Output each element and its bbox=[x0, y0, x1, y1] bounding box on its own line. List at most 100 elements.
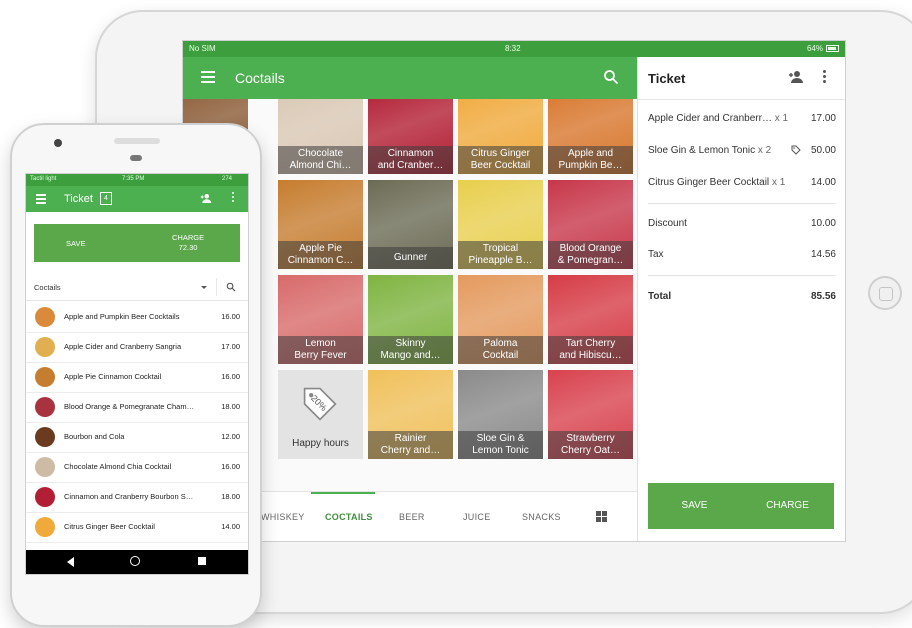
app-bar: Coctails bbox=[183, 57, 637, 99]
tablet-home-button[interactable] bbox=[868, 276, 902, 310]
grid-view-icon[interactable] bbox=[596, 511, 607, 522]
list-item[interactable]: Bourbon and Cola 12.00 bbox=[26, 422, 248, 453]
product-tile[interactable]: Chocolate Almond Chi… bbox=[278, 99, 363, 174]
product-tile[interactable]: Cinnamon and Cranber… bbox=[368, 99, 453, 174]
list-item[interactable]: Apple Pie Cinnamon Cocktail 16.00 bbox=[26, 362, 248, 393]
tile-label-line1: Apple and bbox=[567, 148, 614, 159]
home-icon[interactable] bbox=[130, 556, 140, 566]
product-tile[interactable]: Apple Pie Cinnamon C… bbox=[278, 180, 363, 269]
tile-label-line2: and Cranber… bbox=[377, 160, 444, 171]
product-tile[interactable]: Rainier Cherry and… bbox=[368, 370, 453, 459]
product-price: 17.00 bbox=[221, 342, 240, 351]
recents-icon[interactable] bbox=[198, 557, 206, 565]
list-item[interactable]: Apple and Pumpkin Beer Cocktails 16.00 bbox=[26, 302, 248, 333]
tile-label-line1: Skinny bbox=[395, 338, 426, 349]
product-tile[interactable]: Apple and Pumpkin Be… bbox=[548, 99, 633, 174]
tablet-status-bar: No SIM 8:32 64% bbox=[183, 41, 845, 57]
product-tile[interactable]: Strawberry Cherry Oat… bbox=[548, 370, 633, 459]
product-tile[interactable]: Sloe Gin & Lemon Tonic bbox=[458, 370, 543, 459]
product-thumbnail bbox=[35, 337, 55, 357]
tile-label-line1: Gunner bbox=[393, 252, 428, 263]
tab-whiskey[interactable]: WHISKEY bbox=[261, 512, 305, 522]
product-tile[interactable]: Paloma Cocktail bbox=[458, 275, 543, 364]
tile-label-line2: Cocktail bbox=[482, 350, 519, 361]
tile-caption: Apple Pie Cinnamon C… bbox=[278, 241, 363, 269]
product-tile[interactable]: Skinny Mango and… bbox=[368, 275, 453, 364]
tile-label-line1: Paloma bbox=[483, 338, 518, 349]
charge-button[interactable]: CHARGE bbox=[741, 483, 834, 529]
product-name: Cinnamon and Cranberry Bourbon S… bbox=[64, 492, 194, 501]
chevron-down-icon[interactable] bbox=[201, 286, 207, 289]
category-filter[interactable]: Coctails bbox=[26, 274, 248, 301]
product-name: Citrus Ginger Beer Cocktail bbox=[64, 522, 155, 531]
list-item[interactable]: Apple Cider and Cranberry Sangria 17.00 bbox=[26, 332, 248, 363]
product-tile[interactable]: Tart Cherry and Hibiscu… bbox=[548, 275, 633, 364]
phone-carrier: Tactil light bbox=[30, 176, 57, 182]
discount-tag-icon bbox=[791, 145, 801, 155]
front-camera bbox=[54, 139, 62, 147]
category-title: Coctails bbox=[235, 70, 285, 86]
list-item[interactable]: Blood Orange & Pomegranate Cham… 18.00 bbox=[26, 392, 248, 423]
tile-label-line2: Lemon Tonic bbox=[472, 445, 529, 456]
tile-label-line2: Almond Chi… bbox=[289, 160, 352, 171]
product-thumbnail bbox=[35, 517, 55, 537]
total-label: Total bbox=[648, 291, 672, 302]
charge-button[interactable]: CHARGE 72.30 bbox=[172, 233, 204, 253]
more-options-icon[interactable] bbox=[232, 192, 235, 204]
product-price: 18.00 bbox=[221, 402, 240, 411]
tile-label-line1: Chocolate bbox=[297, 148, 344, 159]
tile-label-line1: Sloe Gin & bbox=[476, 433, 525, 444]
product-tile[interactable]: Gunner bbox=[368, 180, 453, 269]
earpiece-speaker bbox=[114, 138, 160, 144]
tile-caption: Blood Orange & Pomegran… bbox=[548, 241, 633, 269]
hamburger-icon[interactable] bbox=[36, 194, 46, 204]
hamburger-icon[interactable] bbox=[201, 71, 215, 83]
product-tile[interactable]: Lemon Berry Fever bbox=[278, 275, 363, 364]
save-button[interactable]: SAVE bbox=[648, 483, 741, 529]
tile-label-line2: & Pomegran… bbox=[557, 255, 624, 266]
phone-device: Tactil light 7:35 PM 274 Ticket 4 SAVE C… bbox=[10, 123, 262, 627]
back-icon[interactable] bbox=[67, 557, 74, 567]
search-icon[interactable] bbox=[603, 69, 619, 85]
product-thumbnail bbox=[35, 367, 55, 387]
product-tile[interactable]: Tropical Pineapple B… bbox=[458, 180, 543, 269]
item-name: Citrus Ginger Beer Cocktail bbox=[648, 177, 770, 188]
phone-screen: Tactil light 7:35 PM 274 Ticket 4 SAVE C… bbox=[25, 173, 249, 575]
item-qty: x 1 bbox=[774, 113, 789, 124]
product-thumbnail bbox=[35, 397, 55, 417]
list-item[interactable]: Citrus Ginger Beer Cocktail 14.00 bbox=[26, 512, 248, 543]
product-thumbnail bbox=[35, 487, 55, 507]
tile-caption: Cinnamon and Cranber… bbox=[368, 146, 453, 174]
tile-label: Happy hours bbox=[292, 438, 349, 449]
tax-label: Tax bbox=[648, 249, 664, 260]
tile-label-line2: Cherry and… bbox=[380, 445, 441, 456]
product-tile[interactable]: 20% Happy hours bbox=[278, 370, 363, 459]
list-item[interactable]: Cinnamon and Cranberry Bourbon S… 18.00 bbox=[26, 482, 248, 513]
save-button[interactable]: SAVE bbox=[66, 239, 85, 248]
divider bbox=[648, 275, 836, 276]
add-customer-icon[interactable] bbox=[788, 70, 804, 84]
product-tile[interactable]: Blood Orange & Pomegran… bbox=[548, 180, 633, 269]
search-icon[interactable] bbox=[226, 282, 236, 292]
tab-beer[interactable]: BEER bbox=[399, 512, 425, 522]
phone-clock: 7:35 PM bbox=[122, 176, 145, 182]
tile-label-line1: Blood Orange bbox=[559, 243, 622, 254]
add-customer-icon[interactable] bbox=[200, 193, 212, 204]
tile-label-line1: Tropical bbox=[482, 243, 519, 254]
discount-label: Discount bbox=[648, 218, 687, 229]
tile-label-line2: Cinnamon C… bbox=[287, 255, 354, 266]
tab-coctails[interactable]: COCTAILS bbox=[325, 512, 373, 522]
android-nav-bar bbox=[26, 550, 248, 574]
tile-caption: Chocolate Almond Chi… bbox=[278, 146, 363, 174]
carrier-label: No SIM bbox=[189, 44, 216, 53]
tab-snacks[interactable]: SNACKS bbox=[522, 512, 561, 522]
tile-caption: Paloma Cocktail bbox=[458, 336, 543, 364]
more-options-icon[interactable] bbox=[823, 70, 827, 84]
tile-label-line1: Cinnamon bbox=[387, 148, 434, 159]
phone-title: Ticket bbox=[64, 193, 93, 205]
tab-juice[interactable]: JUICE bbox=[463, 512, 491, 522]
divider bbox=[216, 278, 217, 296]
list-item[interactable]: Chocolate Almond Chia Cocktail 16.00 bbox=[26, 452, 248, 483]
product-tile[interactable]: Citrus Ginger Beer Cocktail bbox=[458, 99, 543, 174]
item-name: Apple Cider and Cranberr… bbox=[648, 113, 772, 124]
